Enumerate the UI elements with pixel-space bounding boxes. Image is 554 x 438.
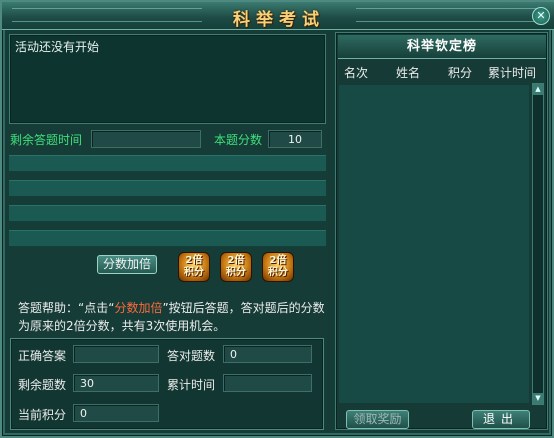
scroll-up-icon[interactable]: ▲ [533,84,543,95]
double-score-button[interactable]: 分数加倍 [97,255,157,274]
correct-answer-label: 正确答案 [18,349,67,363]
help-prefix: 答题帮助：“点击“ [18,301,115,315]
double-score-token-icon: 2倍 积分 [262,252,294,282]
question-score-label: 本题分数 [214,133,263,147]
ranking-column-name: 姓名 [396,66,421,80]
question-score-field: 10 [268,130,322,148]
token-line-2: 积分 [268,267,288,278]
total-time-field [223,374,312,392]
ranking-column-score: 积分 [448,66,473,80]
token-line-1: 2倍 [227,255,245,266]
ranking-column-rank: 名次 [344,66,369,80]
ranking-column-time: 累计时间 [488,66,537,80]
answered-count-label: 答对题数 [167,349,216,363]
remaining-questions-label: 剩余题数 [18,378,67,392]
answer-option-2[interactable] [9,180,326,197]
token-line-2: 积分 [226,267,246,278]
double-score-token-icon: 2倍 积分 [220,252,252,282]
exam-window: 科举考试 ✕ 活动还没有开始 剩余答题时间 本题分数 10 分数加倍 2倍 积分… [0,0,554,438]
scroll-down-icon[interactable]: ▼ [533,393,543,404]
answer-option-4[interactable] [9,230,326,247]
current-score-field: 0 [73,404,159,422]
title-bar[interactable]: 科举考试 ✕ [2,2,554,30]
message-box: 活动还没有开始 [9,34,326,124]
ranking-title: 科举钦定榜 [338,35,546,59]
token-line-2: 积分 [184,267,204,278]
correct-answer-field [73,345,159,363]
remaining-time-field [91,130,201,148]
double-score-token-icon: 2倍 积分 [178,252,210,282]
answered-count-field: 0 [223,345,312,363]
answer-option-3[interactable] [9,205,326,222]
message-text: 活动还没有开始 [15,40,100,54]
current-score-label: 当前积分 [18,408,67,422]
token-line-1: 2倍 [269,255,287,266]
close-icon[interactable]: ✕ [532,7,550,25]
claim-reward-button[interactable]: 领取奖励 [346,410,409,429]
token-line-1: 2倍 [185,255,203,266]
exit-button[interactable]: 退出 [472,410,530,429]
remaining-questions-field: 30 [73,374,159,392]
ranking-list[interactable] [339,85,529,403]
remaining-time-label: 剩余答题时间 [10,133,83,147]
help-text: 答题帮助：“点击“分数加倍”按钮后答题，答对题后的分数为原来的2倍分数，共有3次… [18,299,330,335]
ranking-scrollbar[interactable]: ▲ ▼ [532,83,544,405]
ranking-panel: 科举钦定榜 名次 姓名 积分 累计时间 ▲ ▼ 领取奖励 退出 [335,32,548,430]
total-time-label: 累计时间 [167,378,216,392]
help-highlight: 分数加倍 [114,301,163,315]
answer-option-1[interactable] [9,155,326,172]
window-title: 科举考试 [233,10,325,30]
